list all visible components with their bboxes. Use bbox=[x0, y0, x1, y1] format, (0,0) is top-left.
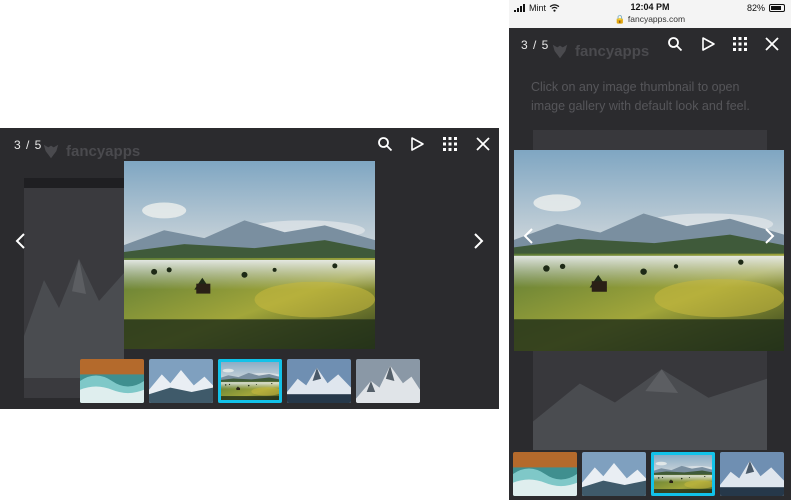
chevron-left-icon bbox=[523, 228, 533, 244]
thumbnail-3-active[interactable] bbox=[651, 452, 715, 496]
desktop-lightbox: 3 / 5 fancyapps bbox=[0, 128, 499, 409]
chevron-left-icon bbox=[15, 233, 25, 249]
slideshow-button[interactable] bbox=[406, 133, 428, 155]
prev-button[interactable] bbox=[517, 221, 541, 251]
next-button[interactable] bbox=[466, 226, 490, 256]
next-button[interactable] bbox=[757, 221, 781, 251]
grid-icon bbox=[733, 37, 747, 51]
thumbnail-3-active[interactable] bbox=[218, 359, 282, 403]
mobile-lightbox: Mint 12:04 PM 🔒 fancyapps.com 82% Click … bbox=[509, 0, 791, 500]
search-button[interactable] bbox=[664, 33, 686, 55]
slide-counter: 3 / 5 bbox=[14, 138, 43, 152]
thumbnail-1[interactable] bbox=[513, 452, 577, 496]
background-bar bbox=[24, 178, 124, 188]
thumbnail-1[interactable] bbox=[80, 359, 144, 403]
battery-percent: 82% bbox=[746, 3, 765, 13]
snowy-mountains-thumbnail bbox=[149, 359, 213, 403]
thumbnail-5[interactable] bbox=[356, 359, 420, 403]
thumbnail-4[interactable] bbox=[287, 359, 351, 403]
search-icon bbox=[378, 137, 393, 152]
prev-button[interactable] bbox=[9, 226, 33, 256]
brand-name: fancyapps bbox=[66, 142, 141, 160]
fox-logo-icon bbox=[43, 144, 59, 159]
thumbnail-2[interactable] bbox=[582, 452, 646, 496]
url-bar[interactable]: 🔒 fancyapps.com bbox=[509, 14, 791, 25]
close-button[interactable] bbox=[472, 133, 494, 155]
slideshow-button[interactable] bbox=[697, 33, 719, 55]
close-button[interactable] bbox=[761, 33, 783, 55]
alpine-peaks-thumbnail bbox=[287, 359, 351, 403]
misty-meadow-photo bbox=[514, 150, 784, 351]
brand-name: fancyapps bbox=[575, 42, 650, 60]
grid-icon bbox=[443, 137, 457, 151]
battery-level bbox=[771, 6, 781, 10]
misty-meadow-photo bbox=[124, 161, 375, 349]
search-icon bbox=[668, 37, 683, 52]
main-image[interactable] bbox=[514, 150, 784, 351]
fox-logo-icon bbox=[552, 44, 568, 59]
close-icon bbox=[765, 37, 779, 51]
battery-icon bbox=[769, 4, 785, 12]
snowy-mountains-thumbnail bbox=[582, 452, 646, 496]
thumbnail-4[interactable] bbox=[720, 452, 784, 496]
url-text: fancyapps.com bbox=[627, 14, 686, 24]
misty-meadow-thumbnail bbox=[651, 452, 715, 496]
battery-area: 82% bbox=[747, 3, 785, 13]
thumbnails-button[interactable] bbox=[439, 133, 461, 155]
thumbnail-2[interactable] bbox=[149, 359, 213, 403]
thumbnails-button[interactable] bbox=[729, 33, 751, 55]
chevron-right-icon bbox=[474, 233, 484, 249]
background-mountain-image bbox=[24, 259, 124, 378]
brand-logo: fancyapps bbox=[551, 42, 649, 60]
play-icon bbox=[702, 37, 715, 51]
ocean-wave-thumbnail bbox=[513, 452, 577, 496]
background-mountain-image bbox=[533, 369, 767, 450]
rocky-summit-thumbnail bbox=[356, 359, 420, 403]
main-image[interactable] bbox=[124, 161, 375, 349]
lock-icon: 🔒 bbox=[614, 14, 626, 24]
play-icon bbox=[411, 137, 424, 151]
brand-logo: fancyapps bbox=[42, 142, 140, 160]
alpine-peaks-thumbnail bbox=[720, 452, 784, 496]
close-icon bbox=[476, 137, 490, 151]
page-caption: Click on any image thumbnail to open ima… bbox=[531, 80, 750, 113]
search-button[interactable] bbox=[374, 133, 396, 155]
ocean-wave-thumbnail bbox=[80, 359, 144, 403]
chevron-right-icon bbox=[765, 228, 775, 244]
slide-counter: 3 / 5 bbox=[521, 38, 550, 52]
status-bar: Mint 12:04 PM 🔒 fancyapps.com 82% bbox=[509, 0, 791, 28]
misty-meadow-thumbnail bbox=[218, 359, 282, 403]
